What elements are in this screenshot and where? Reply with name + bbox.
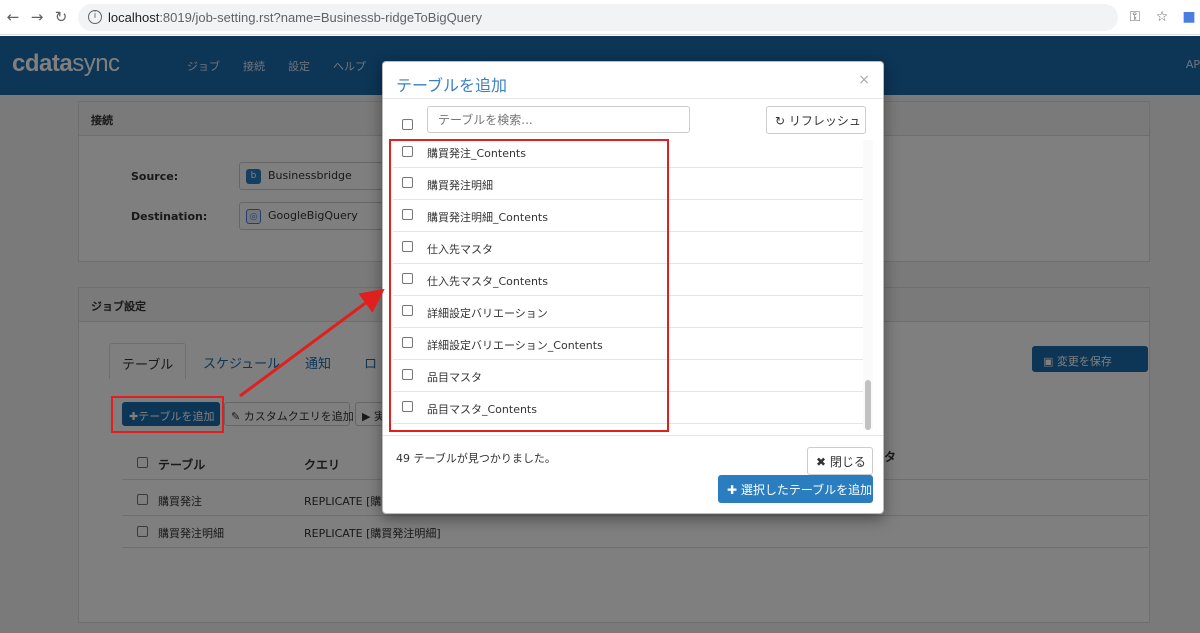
annotation-arrow: [239, 288, 385, 398]
